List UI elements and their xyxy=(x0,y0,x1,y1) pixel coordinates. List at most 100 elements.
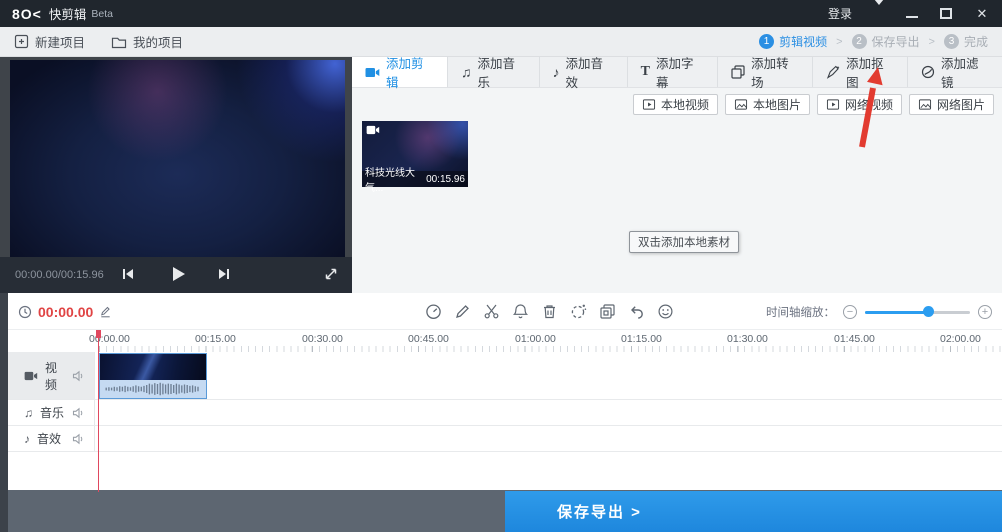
tab-add-filter[interactable]: 添加滤镜 xyxy=(907,57,1002,90)
timeline-ruler[interactable]: 00:00.00 00:15.00 00:30.00 00:45.00 01:0… xyxy=(8,330,1002,352)
clip-waveform xyxy=(100,380,206,398)
slider-thumb[interactable] xyxy=(923,305,934,317)
clock-icon xyxy=(18,305,32,319)
timeline-left-strip xyxy=(0,293,8,532)
hint-tooltip: 双击添加本地素材 xyxy=(629,231,739,253)
previous-frame-button[interactable] xyxy=(120,266,136,282)
video-preview-panel: 00:00.00/00:15.96 xyxy=(0,57,352,293)
web-image-button[interactable]: 网络图片 xyxy=(908,94,994,115)
zoom-out-button[interactable]: − xyxy=(843,304,857,319)
music-note-icon: ♫ xyxy=(24,405,33,420)
clip-duration: 00:15.96 xyxy=(426,173,465,185)
next-frame-button[interactable] xyxy=(216,266,232,282)
edit-pencil-icon[interactable] xyxy=(454,303,471,320)
play-button[interactable] xyxy=(168,264,188,284)
timeline-zoom-group: 时间轴缩放： − + xyxy=(766,293,992,330)
main-menu-icon[interactable] xyxy=(874,0,884,23)
library-tabs: 添加剪辑 ♫ 添加音乐 ♪ 添加音效 T 添加字幕 添加转场 添加抠图 添加滤镜 xyxy=(352,57,1002,90)
cut-scissors-icon[interactable] xyxy=(483,303,500,320)
copy-icon[interactable] xyxy=(599,303,616,320)
step-save-export[interactable]: 2 保存导出 xyxy=(851,33,920,50)
step-separator: > xyxy=(928,35,935,48)
bell-icon[interactable] xyxy=(512,303,529,320)
transition-icon xyxy=(731,65,745,79)
workflow-steps: 1 剪辑视频 > 2 保存导出 > 3 完成 xyxy=(759,33,988,50)
current-time-group: 00:00.00 xyxy=(18,293,112,330)
speaker-icon[interactable] xyxy=(72,370,85,382)
app-logo: 8O< xyxy=(12,5,42,22)
title-bar: 8O< 快剪辑 Beta 登录 ✕ xyxy=(0,0,1002,27)
timeline-panel: 00:00.00 时间轴缩放： − + 00:00.00 00:15.00 00… xyxy=(0,293,1002,490)
step-separator: > xyxy=(836,35,843,48)
text-tool-icon: T xyxy=(640,64,651,79)
ruler-label: 01:00.00 xyxy=(515,333,556,345)
plus-square-icon xyxy=(14,34,29,49)
video-track-header: 视频 xyxy=(8,352,95,399)
undo-icon[interactable] xyxy=(628,303,645,320)
playback-time: 00:00.00/00:15.96 xyxy=(15,269,104,281)
sfx-note-icon: ♪ xyxy=(24,431,30,446)
magic-effect-icon[interactable] xyxy=(570,303,587,320)
source-buttons: 本地视频 本地图片 网络视频 xyxy=(632,94,994,115)
tab-add-clip[interactable]: 添加剪辑 xyxy=(352,57,447,90)
zoom-in-button[interactable]: + xyxy=(978,304,992,319)
timeline-tracks: 视频 ♫ 音乐 ♪ 音效 xyxy=(8,352,1002,452)
image-icon xyxy=(734,98,748,111)
maximize-button[interactable] xyxy=(940,8,952,19)
music-track-row: ♫ 音乐 xyxy=(8,400,1002,426)
tab-add-transition[interactable]: 添加转场 xyxy=(717,57,812,90)
playhead[interactable] xyxy=(98,330,99,492)
close-button[interactable]: ✕ xyxy=(974,6,990,22)
clip-frames xyxy=(100,354,206,380)
speaker-icon[interactable] xyxy=(72,433,85,445)
video-camera-icon xyxy=(366,125,380,135)
ruler-label: 00:15.00 xyxy=(195,333,236,345)
login-button[interactable]: 登录 xyxy=(828,5,852,22)
sfx-track-header: ♪ 音效 xyxy=(8,426,95,451)
sfx-note-icon: ♪ xyxy=(552,64,560,80)
tab-add-sfx[interactable]: ♪ 添加音效 xyxy=(538,57,627,90)
library-clip-item[interactable]: 科技光线大气... 00:15.96 xyxy=(362,121,468,194)
delete-trash-icon[interactable] xyxy=(541,303,558,320)
ruler-label: 02:00.00 xyxy=(940,333,981,345)
playhead-handle[interactable] xyxy=(96,330,101,338)
folder-icon xyxy=(111,35,127,49)
tab-add-subtitle[interactable]: T 添加字幕 xyxy=(626,57,717,90)
sticker-smiley-icon[interactable] xyxy=(657,303,674,320)
app-title: 快剪辑 xyxy=(48,8,87,22)
step-edit-video[interactable]: 1 剪辑视频 xyxy=(759,33,827,50)
music-track-header: ♫ 音乐 xyxy=(8,400,95,425)
clip-title: 科技光线大气... xyxy=(365,168,415,194)
music-note-icon: ♫ xyxy=(460,64,472,80)
timeline-current-time: 00:00.00 xyxy=(38,303,94,320)
media-library-panel: 添加剪辑 ♫ 添加音乐 ♪ 添加音效 T 添加字幕 添加转场 添加抠图 添加滤镜… xyxy=(352,57,1002,293)
fullscreen-icon[interactable] xyxy=(323,266,339,282)
video-camera-icon xyxy=(365,67,380,78)
save-export-button[interactable]: 保存导出 > xyxy=(505,491,1002,532)
timeline-toolbar: 00:00.00 时间轴缩放： − + xyxy=(8,293,1002,330)
video-preview[interactable] xyxy=(10,60,345,257)
app-window: 8O< 快剪辑 Beta 登录 ✕ 新建项目 我的项目 1 剪辑视频 > 2 保… xyxy=(0,0,1002,532)
timeline-tools xyxy=(425,293,674,330)
edit-time-icon[interactable] xyxy=(99,305,112,318)
timeline-video-clip[interactable] xyxy=(99,353,207,399)
pen-cutout-icon xyxy=(826,65,840,79)
timeline-zoom-label: 时间轴缩放： xyxy=(766,306,835,319)
ruler-label: 01:45.00 xyxy=(834,333,875,345)
local-video-button[interactable]: 本地视频 xyxy=(632,94,718,115)
minimize-button[interactable] xyxy=(906,9,918,18)
playback-bar: 00:00.00/00:15.96 xyxy=(0,257,352,293)
speed-icon[interactable] xyxy=(425,303,442,320)
timeline-zoom-slider[interactable] xyxy=(865,305,970,318)
step-finish[interactable]: 3 完成 xyxy=(943,33,988,50)
filter-icon xyxy=(921,65,935,79)
video-track-row: 视频 xyxy=(8,352,1002,400)
clip-caption: 科技光线大气... 00:15.96 xyxy=(362,168,468,194)
speaker-icon[interactable] xyxy=(72,407,85,419)
local-image-button[interactable]: 本地图片 xyxy=(724,94,810,115)
ruler-label: 01:15.00 xyxy=(621,333,662,345)
tab-add-music[interactable]: ♫ 添加音乐 xyxy=(446,57,539,90)
play-rect-icon xyxy=(642,98,656,111)
new-project-button[interactable]: 新建项目 xyxy=(14,32,85,51)
my-projects-button[interactable]: 我的项目 xyxy=(111,32,183,51)
